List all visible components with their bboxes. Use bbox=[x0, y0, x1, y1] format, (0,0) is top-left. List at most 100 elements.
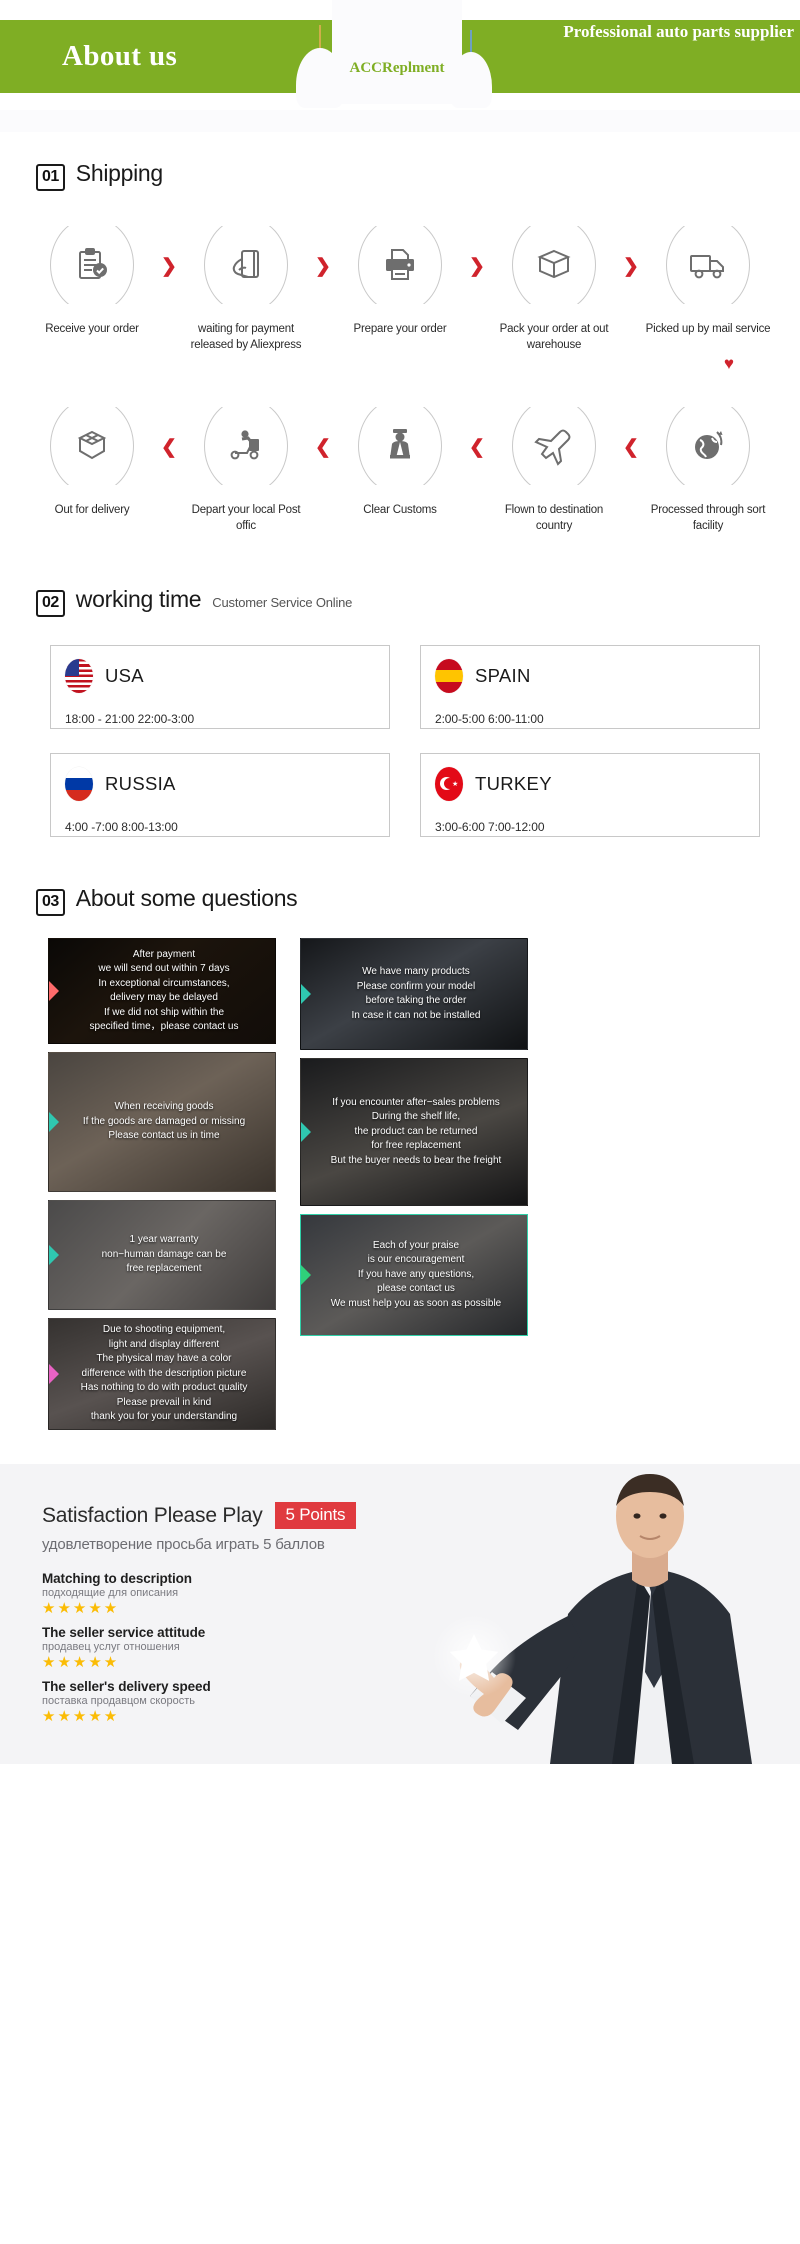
flow-arrow-left-icon: ❮ bbox=[623, 437, 639, 459]
country-name: USA bbox=[105, 665, 144, 687]
shipping-step: Out for delivery bbox=[28, 389, 156, 519]
step-label: Out for delivery bbox=[54, 504, 130, 517]
faq-card: Due to shooting equipment, light and dis… bbox=[48, 1318, 276, 1431]
printer-icon bbox=[380, 245, 420, 285]
working-time-heading: 02 working time Customer Service Online bbox=[0, 586, 800, 618]
faq-marker-icon bbox=[301, 983, 311, 1006]
step-label: Receive your order bbox=[45, 323, 139, 335]
working-time-card-usa: USA 18:00 - 21:00 22:00-3:00 bbox=[50, 645, 390, 730]
working-time-cards: USA 18:00 - 21:00 22:00-3:00 SPAIN 2:00-… bbox=[0, 617, 800, 838]
flow-arrow-right-icon: ❯ bbox=[623, 256, 639, 277]
satisfaction-title: Satisfaction Please Play bbox=[42, 1503, 263, 1527]
spain-flag-icon bbox=[435, 659, 463, 694]
step-ring bbox=[50, 208, 134, 322]
step-ring bbox=[666, 389, 750, 504]
rating-item: The seller's delivery speed поставка про… bbox=[42, 1679, 430, 1727]
faq-column-left: After payment we will send out within 7 … bbox=[48, 938, 276, 1431]
working-time-section-title: working time bbox=[75, 586, 202, 613]
shipping-step: Receive your order bbox=[28, 208, 156, 338]
shipping-step: Picked up by mail service bbox=[644, 208, 772, 338]
logo-backdrop bbox=[332, 0, 462, 104]
brand-logo-text: ACCReplment bbox=[349, 60, 445, 76]
hand-card-icon bbox=[226, 245, 266, 285]
shipping-step: Prepare your order bbox=[336, 208, 464, 338]
flow-arrow-left-icon: ❮ bbox=[469, 437, 485, 459]
rating-label-en: The seller's delivery speed bbox=[42, 1678, 211, 1694]
faq-columns: After payment we will send out within 7 … bbox=[0, 916, 800, 1431]
faq-card: 1 year warranty non−human damage can be … bbox=[48, 1200, 276, 1311]
shipping-steps-row-1: Receive your order ❯ waiting for payment… bbox=[0, 191, 800, 353]
shipping-steps-row-2: Out for delivery ❮ Depart your local Pos… bbox=[0, 372, 800, 534]
faq-marker-icon bbox=[301, 1264, 311, 1287]
working-time-card-turkey: ★ TURKEY 3:00-6:00 7:00-12:00 bbox=[420, 753, 760, 838]
faq-column-right: We have many products Please confirm you… bbox=[300, 938, 528, 1337]
faq-text: If you encounter after−sales problems Du… bbox=[330, 1096, 502, 1166]
rating-label-en: The seller service attitude bbox=[42, 1624, 206, 1640]
flow-turn-marker-icon: ♥ bbox=[723, 354, 734, 374]
turkey-flag-icon: ★ bbox=[435, 767, 463, 802]
faq-section-title: About some questions bbox=[75, 885, 298, 912]
working-time-section-number: 02 bbox=[36, 590, 65, 618]
banner-subtitle: Professional auto parts supplier bbox=[563, 22, 794, 41]
faq-card: When receiving goods If the goods are da… bbox=[48, 1052, 276, 1193]
shipping-section: 01 Shipping Receive your order ❯ waiting… bbox=[0, 132, 800, 544]
faq-marker-icon bbox=[49, 980, 59, 1003]
faq-text: After payment we will send out within 7 … bbox=[89, 948, 239, 1033]
faq-card: Each of your praise is our encouragement… bbox=[300, 1214, 528, 1337]
rating-label-ru: поставка продавцом скорость bbox=[42, 1694, 195, 1707]
rating-label-ru: продавец услуг отношения bbox=[42, 1640, 180, 1653]
faq-text: When receiving goods If the goods are da… bbox=[82, 1101, 246, 1142]
shipping-step: Pack your order at out warehouse bbox=[490, 208, 618, 353]
country-name: RUSSIA bbox=[105, 773, 176, 795]
faq-section-number: 03 bbox=[36, 889, 65, 917]
faq-section: 03 About some questions After payment we… bbox=[0, 837, 800, 1431]
satisfaction-subtitle-russian: удовлетворение просьба играть 5 баллов bbox=[42, 1536, 325, 1554]
shipping-step: Depart your local Post offic bbox=[182, 389, 310, 534]
package-box-icon bbox=[534, 245, 574, 285]
shipping-section-title: Shipping bbox=[75, 160, 163, 186]
page-title: About us bbox=[62, 40, 178, 72]
step-label: Clear Customs bbox=[363, 504, 437, 517]
step-label: Processed through sort facility bbox=[650, 504, 766, 532]
faq-marker-icon bbox=[301, 1121, 311, 1144]
shipping-heading: 01 Shipping bbox=[0, 160, 800, 191]
flow-arrow-left-icon: ❮ bbox=[161, 437, 177, 459]
working-time-card-russia: RUSSIA 4:00 -7:00 8:00-13:00 bbox=[50, 753, 390, 838]
shipping-step: waiting for payment released by Aliexpre… bbox=[182, 208, 310, 353]
step-ring bbox=[204, 389, 288, 504]
banner-spacer bbox=[0, 110, 800, 132]
working-time-section-subtitle: Customer Service Online bbox=[212, 595, 353, 611]
rating-label-en: Matching to description bbox=[42, 1571, 192, 1587]
working-hours: 3:00-6:00 7:00-12:00 bbox=[435, 820, 545, 835]
country-name: SPAIN bbox=[475, 665, 531, 687]
step-label: Pack your order at out warehouse bbox=[499, 323, 609, 351]
step-label: Depart your local Post offic bbox=[191, 504, 301, 532]
star-rating: ★★★★★ bbox=[42, 1707, 120, 1725]
step-ring bbox=[50, 389, 134, 504]
customs-officer-icon bbox=[380, 426, 420, 466]
country-name: TURKEY bbox=[475, 773, 552, 795]
delivery-truck-icon bbox=[687, 245, 729, 285]
star-rating: ★★★★★ bbox=[42, 1653, 120, 1671]
rating-list: Matching to description подходящие для о… bbox=[42, 1571, 430, 1726]
header-banner: About us Professional auto parts supplie… bbox=[0, 0, 800, 110]
working-hours: 18:00 - 21:00 22:00-3:00 bbox=[65, 712, 195, 727]
clipboard-check-icon bbox=[72, 245, 112, 285]
rating-item: The seller service attitude продавец усл… bbox=[42, 1625, 430, 1673]
scooter-courier-icon bbox=[225, 426, 267, 466]
globe-icon bbox=[688, 426, 728, 466]
flow-arrow-right-icon: ❯ bbox=[161, 256, 177, 277]
shipping-step: Processed through sort facility bbox=[644, 389, 772, 534]
step-label: waiting for payment released by Aliexpre… bbox=[190, 323, 302, 351]
step-label: Prepare your order bbox=[353, 323, 447, 335]
step-ring bbox=[512, 389, 596, 504]
flow-arrow-left-icon: ❮ bbox=[315, 437, 331, 459]
star-rating: ★★★★★ bbox=[42, 1600, 120, 1618]
open-box-icon bbox=[72, 426, 112, 466]
step-ring bbox=[204, 208, 288, 322]
about-us-page: About us Professional auto parts supplie… bbox=[0, 0, 800, 1765]
faq-marker-icon bbox=[49, 1244, 59, 1267]
satisfaction-section: Satisfaction Please Play 5 Points удовле… bbox=[0, 1464, 800, 1765]
working-time-card-spain: SPAIN 2:00-5:00 6:00-11:00 bbox=[420, 645, 760, 730]
businessman-photo bbox=[432, 1474, 752, 1765]
